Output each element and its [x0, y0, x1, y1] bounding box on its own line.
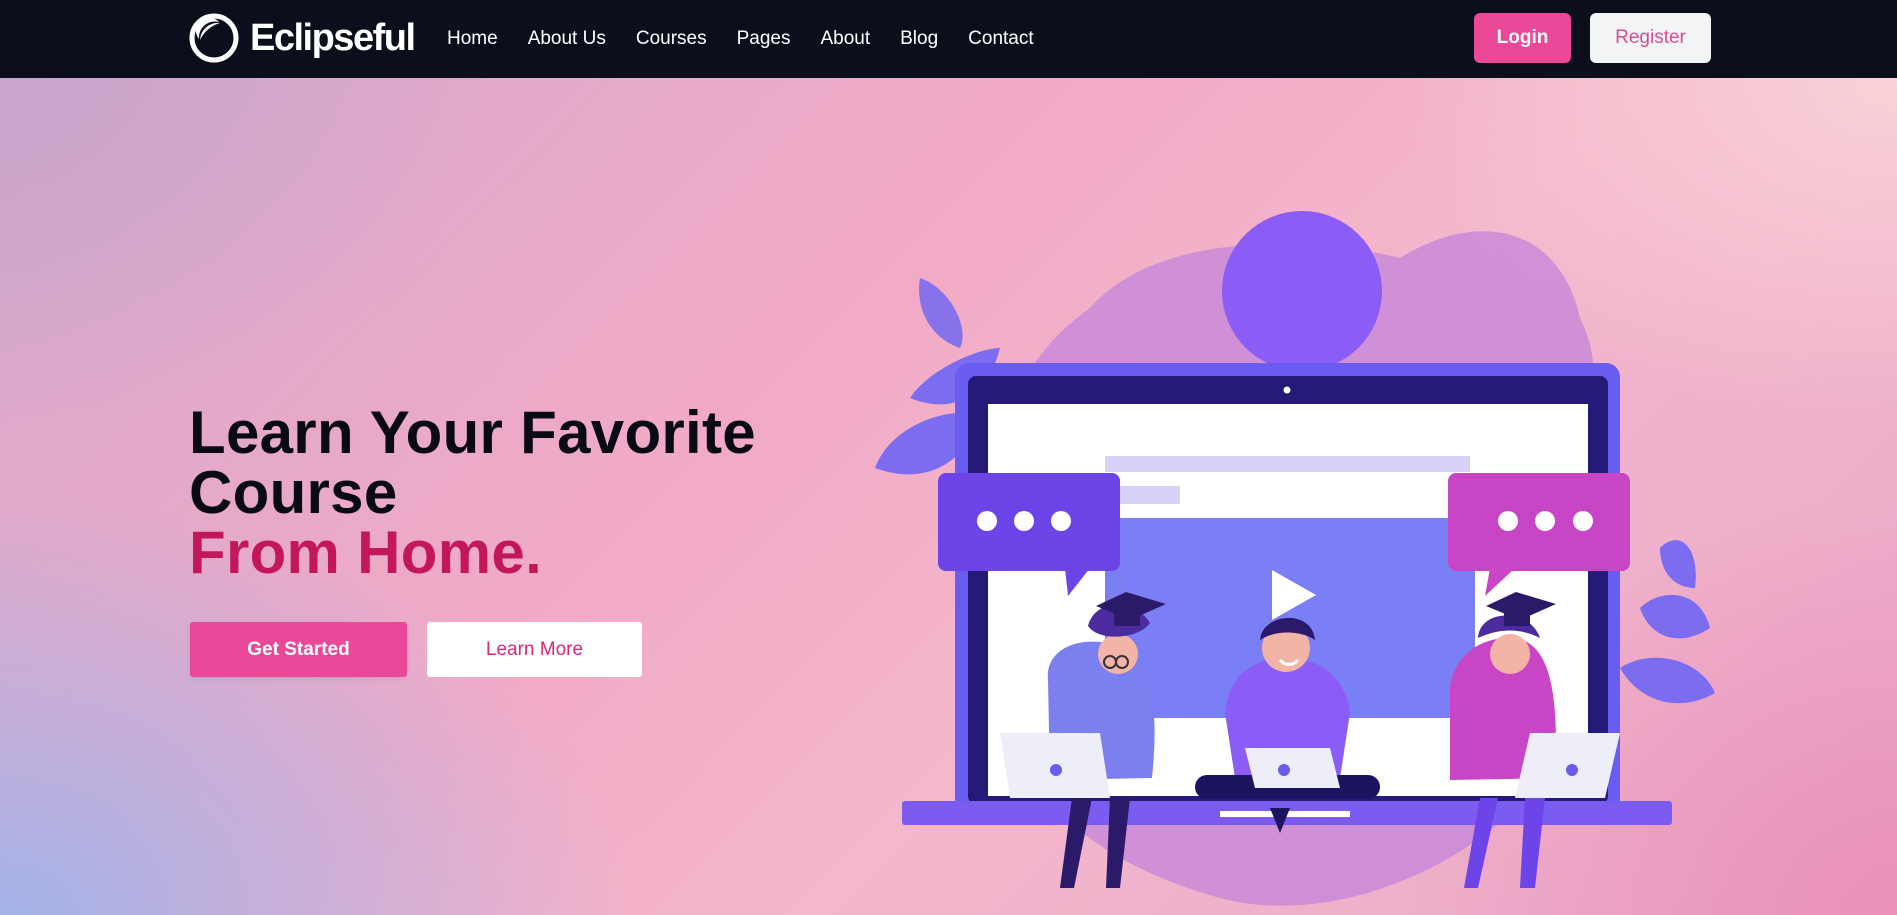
nav-about[interactable]: About	[820, 28, 870, 50]
students-online-learning-illustration	[875, 211, 1715, 906]
nav-courses[interactable]: Courses	[636, 28, 707, 50]
nav-contact[interactable]: Contact	[968, 28, 1033, 50]
hero-section: Learn Your Favorite Course From Home. Ge…	[0, 78, 1897, 915]
brand-name: Eclipseful	[250, 16, 416, 59]
headline-line-2: Course	[189, 459, 398, 526]
brand-logo[interactable]: Eclipseful	[189, 12, 416, 64]
nav-about-us[interactable]: About Us	[528, 28, 606, 50]
learn-more-button[interactable]: Learn More	[427, 622, 642, 677]
screen-bar	[1105, 456, 1470, 472]
eclipse-logo-icon	[189, 13, 239, 63]
register-button[interactable]: Register	[1590, 13, 1711, 63]
sun-circle	[1222, 211, 1382, 371]
nav-blog[interactable]: Blog	[900, 28, 938, 50]
nav-home[interactable]: Home	[447, 28, 498, 50]
nav-pages[interactable]: Pages	[737, 28, 791, 50]
right-leaves	[1620, 540, 1715, 704]
headline-line-1: Learn Your Favorite	[189, 399, 756, 466]
main-nav: Home About Us Courses Pages About Blog C…	[447, 0, 1064, 78]
headline-accent: From Home.	[189, 519, 543, 586]
get-started-button[interactable]: Get Started	[190, 622, 407, 677]
camera-dot	[1283, 386, 1291, 394]
login-button[interactable]: Login	[1474, 13, 1571, 63]
hero-headline: Learn Your Favorite Course From Home.	[189, 403, 809, 583]
top-navbar: Eclipseful Home About Us Courses Pages A…	[0, 0, 1897, 78]
